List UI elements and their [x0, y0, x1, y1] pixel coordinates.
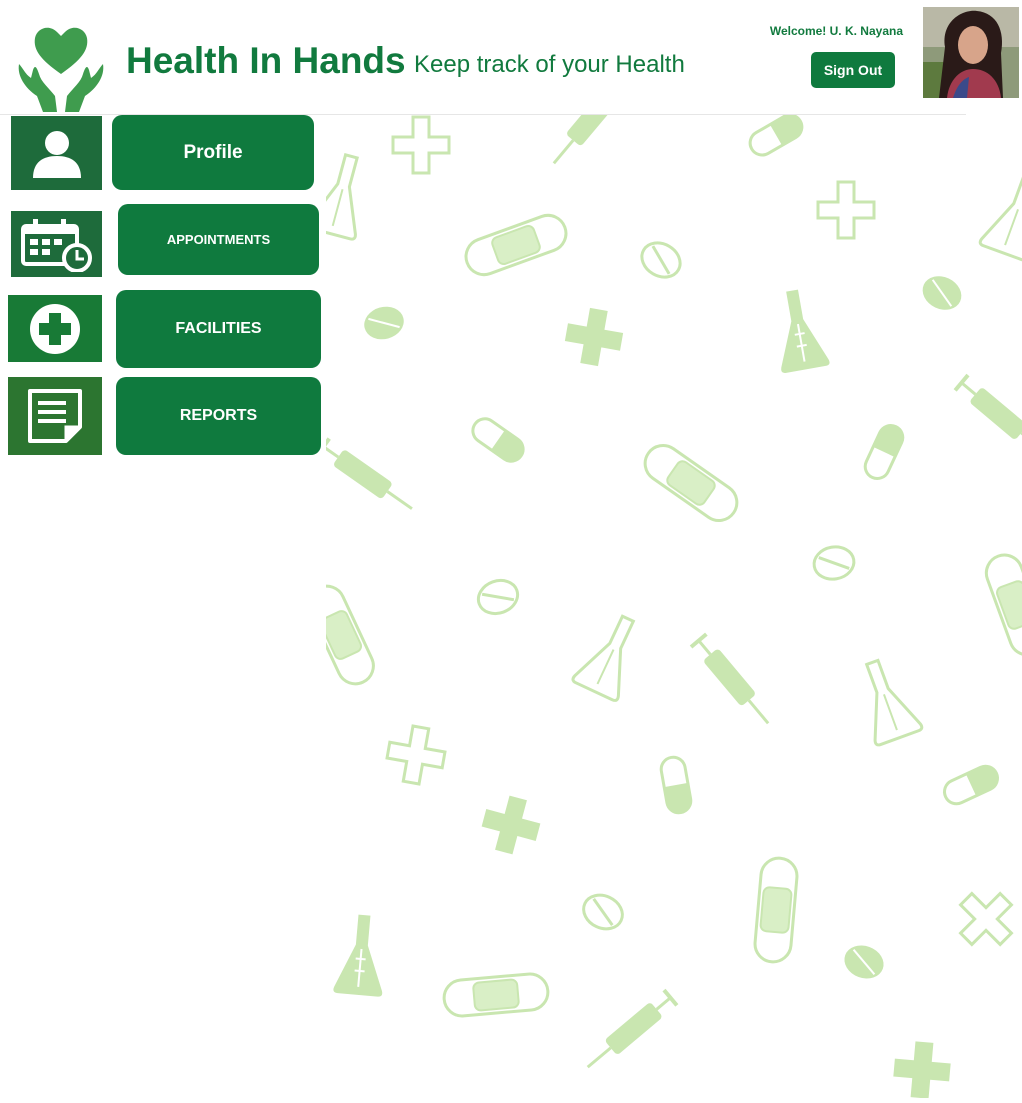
user-avatar[interactable] [923, 7, 1019, 98]
profile-tile[interactable] [11, 116, 102, 190]
welcome-text: Welcome! U. K. Nayana [769, 24, 903, 38]
reports-button[interactable]: REPORTS [116, 377, 321, 455]
app-tagline: Keep track of your Health [414, 51, 685, 78]
facilities-tile[interactable] [8, 295, 102, 362]
app-logo [11, 16, 111, 114]
reports-tile[interactable] [8, 377, 102, 455]
app-title: Health In Hands [126, 40, 406, 81]
sign-out-button[interactable]: Sign Out [811, 52, 895, 88]
heart-hands-icon [18, 27, 104, 112]
calendar-clock-icon [20, 219, 92, 272]
medical-cross-icon [30, 303, 80, 354]
user-icon [32, 131, 81, 178]
profile-button[interactable]: Profile [112, 115, 314, 190]
appointments-button[interactable]: APPOINTMENTS [118, 204, 319, 275]
document-icon [28, 389, 82, 443]
appointments-tile[interactable] [11, 211, 102, 277]
medical-pattern-background [301, 72, 1022, 1101]
facilities-button[interactable]: FACILITIES [116, 290, 321, 368]
